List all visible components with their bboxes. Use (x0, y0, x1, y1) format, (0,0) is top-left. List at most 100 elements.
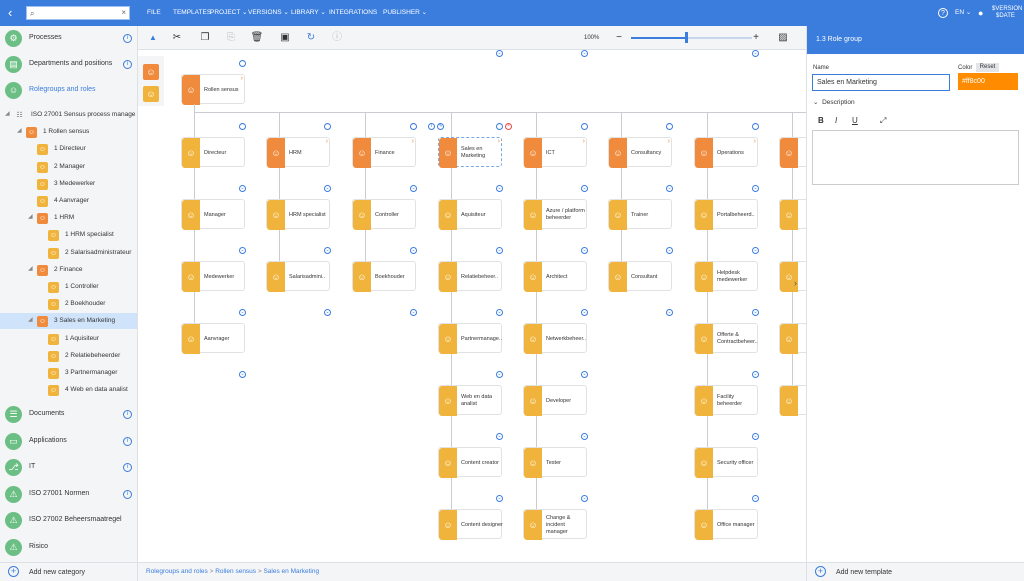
expand-toggle-icon[interactable]: ⌄ (324, 247, 331, 254)
role-node[interactable]: ☺ Netwerkbeheer.. (523, 323, 587, 354)
menu-versions[interactable]: VERSIONS ⌄ (248, 0, 289, 26)
palette-role-icon[interactable]: ☺ (143, 86, 159, 102)
expand-toggle-icon[interactable]: ⌄ (496, 495, 503, 502)
expand-toggle-icon[interactable]: ⌄ (581, 185, 588, 192)
copy-icon[interactable]: ❐ (198, 31, 212, 45)
expand-arrow-icon[interactable]: › (498, 138, 500, 145)
role-node[interactable]: ☺ Tester (523, 447, 587, 478)
role-node[interactable]: ☺ Controller (352, 199, 416, 230)
role-node[interactable]: ☺ Aquisiteur (438, 199, 502, 230)
expand-arrow-icon[interactable]: › (326, 138, 328, 145)
fullscreen-icon[interactable]: ⤢ (880, 116, 886, 126)
info-icon[interactable]: i (123, 463, 132, 473)
expand-arrow-icon[interactable]: › (241, 75, 243, 82)
category-processes[interactable]: ⚙ Processes i (0, 26, 138, 52)
menu-integrations[interactable]: INTEGRATIONS (329, 0, 377, 26)
color-field[interactable]: #ff8c00 (958, 73, 1018, 90)
reset-color-button[interactable]: Reset (976, 63, 999, 72)
user-icon[interactable]: ● (978, 0, 983, 26)
menu-templates[interactable]: TEMPLATES (173, 0, 211, 26)
role-node[interactable]: ☺ Content creator (438, 447, 502, 478)
bold-button[interactable]: B (818, 116, 824, 125)
expand-toggle-icon[interactable]: ⌄ (581, 433, 588, 440)
expand-toggle-icon[interactable]: ⌄ (239, 309, 246, 316)
expand-toggle-icon[interactable]: ⌄ (666, 247, 673, 254)
expand-toggle-icon[interactable]: ⌄ (239, 247, 246, 254)
role-group-node[interactable]: ☺ Rollen sensus › (181, 74, 245, 105)
role-group-node[interactable]: ☺› (779, 137, 806, 168)
breadcrumb-item[interactable]: Sales en Marketing (263, 568, 319, 575)
collapse-toggle-icon[interactable]: ⌃ (496, 123, 503, 130)
export-image-icon[interactable]: ▨ (776, 31, 790, 45)
expand-arrow-icon[interactable]: › (754, 138, 756, 145)
expand-arrow-icon[interactable]: › (583, 138, 585, 145)
role-group-node[interactable]: ☺ Sales en Marketing › (438, 137, 502, 168)
expand-toggle-icon[interactable]: ⌄ (581, 309, 588, 316)
breadcrumb-item[interactable]: Rolegroups and roles (146, 568, 208, 575)
collapse-arrow-icon[interactable]: ◢ (5, 110, 10, 117)
category-risico[interactable]: ⚠ Risico (0, 535, 138, 561)
expand-toggle-icon[interactable]: ⌄ (324, 185, 331, 192)
search-input[interactable]: ⌕ × (26, 6, 130, 20)
role-group-node[interactable]: ☺ Consultancy › (608, 137, 672, 168)
collapse-arrow-icon[interactable]: ◢ (28, 213, 33, 220)
category-departments-and-positions[interactable]: ▤ Departments and positions i (0, 52, 138, 78)
collapse-toggle-icon[interactable]: ⌃ (410, 123, 417, 130)
collapse-toggle-icon[interactable]: ⌃ (324, 123, 331, 130)
role-node[interactable]: ☺ Architect (523, 261, 587, 292)
expand-toggle-icon[interactable]: ⌄ (752, 185, 759, 192)
role-node[interactable]: ☺ Aanvrager (181, 323, 245, 354)
expand-toggle-icon[interactable]: ⌄ (239, 185, 246, 192)
role-node[interactable]: ☺ (779, 199, 806, 230)
role-node[interactable]: ☺ Medewerker (181, 261, 245, 292)
category-it[interactable]: ⎇ IT i (0, 455, 138, 481)
underline-button[interactable]: U (852, 116, 858, 125)
role-node[interactable]: ☺ Change & incident manager (523, 509, 587, 540)
role-node[interactable]: ☺ Directeur (181, 137, 245, 168)
expand-toggle-icon[interactable]: ⌄ (496, 371, 503, 378)
language-select[interactable]: EN ⌄ (955, 0, 971, 26)
expand-toggle-icon[interactable]: ⌄ (324, 309, 331, 316)
role-node[interactable]: ☺ Content designer (438, 509, 503, 540)
expand-toggle-icon[interactable]: ⌄ (581, 371, 588, 378)
menu-publisher[interactable]: PUBLISHER ⌄ (383, 0, 427, 26)
collapse-toggle-icon[interactable]: ⌃ (666, 123, 673, 130)
zoom-out-icon[interactable]: − (612, 31, 626, 45)
role-node[interactable]: ☺ Partnermanage.. (438, 323, 502, 354)
expand-toggle-icon[interactable]: ⌄ (496, 247, 503, 254)
expand-toggle-icon[interactable]: ⌄ (410, 247, 417, 254)
description-editor[interactable] (812, 130, 1019, 185)
expand-toggle-icon[interactable]: ⌄ (666, 185, 673, 192)
edit-icon[interactable]: ✎ (437, 123, 444, 130)
expand-toggle-icon[interactable]: ⌄ (581, 50, 588, 57)
role-node[interactable]: ☺ Azure / platform beheerder (523, 199, 587, 230)
role-node[interactable]: ☺ Portalbeheerd.. (694, 199, 758, 230)
category-applications[interactable]: ▭ Applications i (0, 429, 138, 455)
back-arrow-icon[interactable]: ‹ (8, 5, 20, 21)
role-node[interactable]: ☺ Office manager (694, 509, 758, 540)
role-group-node[interactable]: ☺ HRM › (266, 137, 330, 168)
info-icon[interactable]: i (123, 60, 132, 69)
add-category-button[interactable]: + Add new category (0, 562, 138, 581)
info-icon[interactable]: ⓘ (330, 31, 344, 45)
expand-panel-icon[interactable]: › (794, 278, 797, 288)
info-icon[interactable]: i (123, 410, 132, 419)
description-toggle[interactable]: ⌄ Description (813, 98, 855, 106)
remove-icon[interactable]: × (505, 123, 512, 130)
role-node[interactable]: ☺ (779, 261, 806, 292)
expand-toggle-icon[interactable]: ⌄ (752, 309, 759, 316)
role-node[interactable]: ☺ Developer (523, 385, 587, 416)
expand-toggle-icon[interactable]: ⌄ (752, 50, 759, 57)
expand-toggle-icon[interactable]: ⌄ (581, 247, 588, 254)
expand-toggle-icon[interactable]: ⌄ (496, 50, 503, 57)
role-group-node[interactable]: ☺ Operations › (694, 137, 758, 168)
expand-toggle-icon[interactable]: ⌄ (752, 433, 759, 440)
zoom-slider-handle[interactable] (685, 32, 689, 43)
screenshot-icon[interactable]: ▣ (278, 31, 292, 45)
expand-toggle-icon[interactable]: ⌄ (666, 309, 673, 316)
role-node[interactable]: ☺ Trainer (608, 199, 672, 230)
expand-arrow-icon[interactable]: › (412, 138, 414, 145)
role-node[interactable]: ☺ Manager (181, 199, 245, 230)
refresh-icon[interactable]: ↻ (304, 31, 318, 45)
role-node[interactable]: ☺ Offerte & Contractbeheer.. (694, 323, 758, 354)
